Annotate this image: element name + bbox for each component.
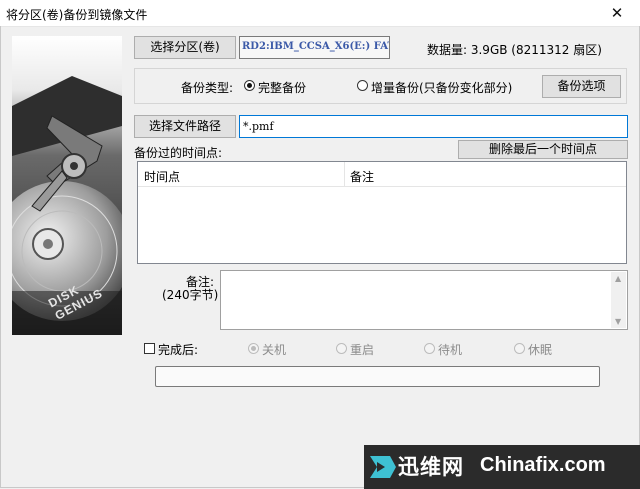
- list-header: 时间点 备注: [138, 162, 626, 187]
- standby-label[interactable]: 待机: [438, 341, 462, 358]
- disk-illustration: DISK GENIUS: [12, 36, 122, 335]
- after-complete-checkbox[interactable]: [144, 343, 155, 354]
- scroll-down-icon[interactable]: ▼: [615, 317, 621, 326]
- watermark-site: Chinafix.com: [480, 454, 606, 476]
- partition-field: RD2:IBM_CCSA_X6(E:) FAT: [239, 36, 390, 59]
- restart-radio[interactable]: [336, 343, 347, 354]
- select-file-path-button[interactable]: 选择文件路径: [134, 115, 236, 138]
- incremental-backup-label[interactable]: 增量备份(只备份变化部分): [371, 79, 512, 96]
- shutdown-label[interactable]: 关机: [262, 341, 286, 358]
- file-path-value: *.pmf: [243, 120, 274, 133]
- shutdown-radio[interactable]: [248, 343, 259, 354]
- timepoints-list[interactable]: 时间点 备注: [137, 161, 627, 264]
- remark-textarea[interactable]: ▲ ▼: [220, 270, 628, 330]
- column-header-remark[interactable]: 备注: [350, 168, 374, 185]
- remark-scrollbar[interactable]: ▲ ▼: [611, 272, 626, 328]
- standby-radio[interactable]: [424, 343, 435, 354]
- watermark-banner: 迅维网 Chinafix.com: [364, 445, 640, 489]
- restart-label[interactable]: 重启: [350, 341, 374, 358]
- watermark-brand: 迅维网: [398, 455, 464, 479]
- timepoints-label: 备份过的时间点:: [134, 146, 223, 160]
- column-header-timepoint[interactable]: 时间点: [144, 168, 180, 185]
- window-title: 将分区(卷)备份到镜像文件: [6, 8, 148, 22]
- backup-type-label: 备份类型:: [181, 81, 234, 95]
- column-divider[interactable]: [344, 162, 345, 186]
- data-size-text: 数据量: 3.9GB (8211312 扇区): [427, 43, 602, 57]
- hibernate-label[interactable]: 休眠: [528, 341, 552, 358]
- partition-value: RD2:IBM_CCSA_X6(E:) FAT: [242, 41, 390, 52]
- file-path-input[interactable]: *.pmf: [239, 115, 628, 138]
- after-complete-label[interactable]: 完成后:: [158, 341, 198, 358]
- hibernate-radio[interactable]: [514, 343, 525, 354]
- scroll-up-icon[interactable]: ▲: [615, 274, 621, 283]
- delete-last-timepoint-button[interactable]: 删除最后一个时间点: [458, 140, 628, 159]
- progress-bar: [155, 366, 600, 387]
- incremental-backup-radio[interactable]: [357, 80, 368, 91]
- full-backup-label[interactable]: 完整备份: [258, 79, 306, 96]
- select-partition-button[interactable]: 选择分区(卷): [134, 36, 236, 59]
- title-bar: 将分区(卷)备份到镜像文件 ✕: [0, 0, 640, 27]
- remark-sublabel: (240字节): [162, 288, 219, 302]
- full-backup-radio[interactable]: [244, 80, 255, 91]
- chinafix-logo-icon: [370, 456, 396, 478]
- close-button[interactable]: ✕: [594, 0, 640, 26]
- backup-options-button[interactable]: 备份选项: [542, 75, 621, 98]
